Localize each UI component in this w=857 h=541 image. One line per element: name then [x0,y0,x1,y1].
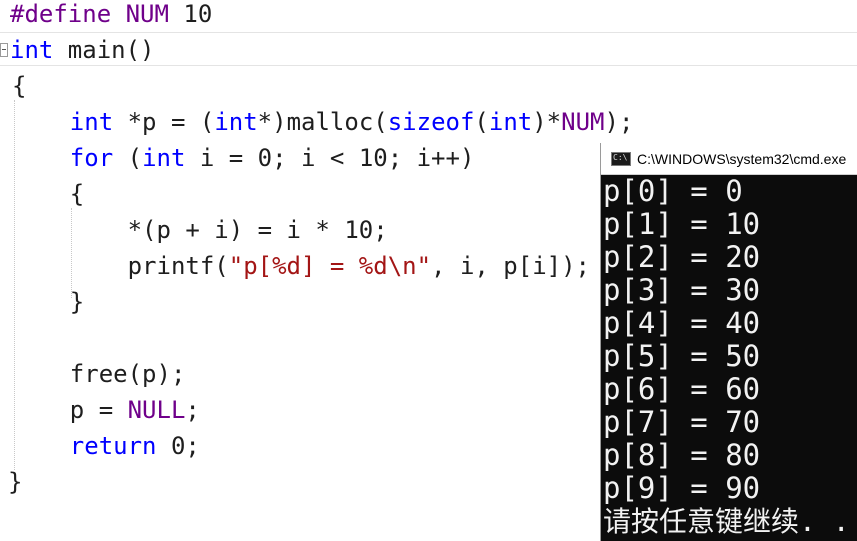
code-token: return [69,432,157,460]
code-token: ; [185,396,200,424]
code-token: #define NUM [10,0,184,28]
console-title: C:\WINDOWS\system32\cmd.exe [637,151,847,167]
code-token: 0; [156,432,200,460]
console-output-line: p[0] = 0 [603,174,743,208]
code-token: main() [53,36,155,64]
code-token: i = 0; i < 10; i++) [185,144,475,172]
console-window[interactable]: C:\WINDOWS\system32\cmd.exe p[0] = 0p[1]… [601,143,857,541]
code-token: int [69,108,114,136]
code-line[interactable]: { [12,68,857,104]
console-output: p[0] = 0 p[1] = 10 p[2] = 20 p[3] = 30 p[4] … [601,174,857,539]
code-token: { [12,72,27,100]
code-token: } [12,288,85,316]
code-token: 10 [183,0,213,28]
code-token: int [488,108,533,136]
console-output-line: p[2] = 20 [603,240,761,274]
code-line[interactable]: int main() [10,32,857,68]
code-token: free(p); [12,360,186,388]
code-token: "p[%d] = %d\n" [228,252,432,280]
code-token: *)malloc( [257,108,388,136]
console-output-line: p[1] = 10 [603,207,761,241]
code-token: p = [12,396,128,424]
code-token: NUM [561,108,605,136]
console-output-line: p[9] = 90 [603,471,761,505]
code-token: ); [604,108,634,136]
code-token: for [69,144,114,172]
code-token: *(p + i) = i * 10; [12,216,388,244]
console-output-line: p[5] = 50 [603,339,761,373]
code-token: sizeof [387,108,475,136]
console-output-line: p[4] = 40 [603,306,761,340]
console-output-line: p[7] = 70 [603,405,761,439]
console-titlebar[interactable]: C:\WINDOWS\system32\cmd.exe [601,143,857,175]
code-token: ( [113,144,143,172]
code-token: , i, p[i]); [431,252,590,280]
collapse-main-icon[interactable] [0,43,8,57]
console-output-line: p[3] = 30 [603,273,761,307]
console-output-line: p[6] = 60 [603,372,761,406]
console-output-line: p[8] = 80 [603,438,761,472]
code-token: NULL [127,396,186,424]
code-token: int [10,36,54,64]
console-prompt-line: 请按任意键继续. . . [603,505,857,538]
code-token: printf( [12,252,229,280]
code-token: int [142,144,186,172]
code-token: int [214,108,258,136]
code-line[interactable]: int *p = (int*)malloc(sizeof(int)*NUM); [12,104,857,140]
code-line[interactable]: #define NUM 10 [10,0,857,32]
code-token: } [8,468,23,496]
cmd-window-icon [611,152,631,166]
code-token: )* [532,108,562,136]
code-token: *p = ( [113,108,215,136]
code-token: ( [474,108,489,136]
code-token: { [12,180,85,208]
